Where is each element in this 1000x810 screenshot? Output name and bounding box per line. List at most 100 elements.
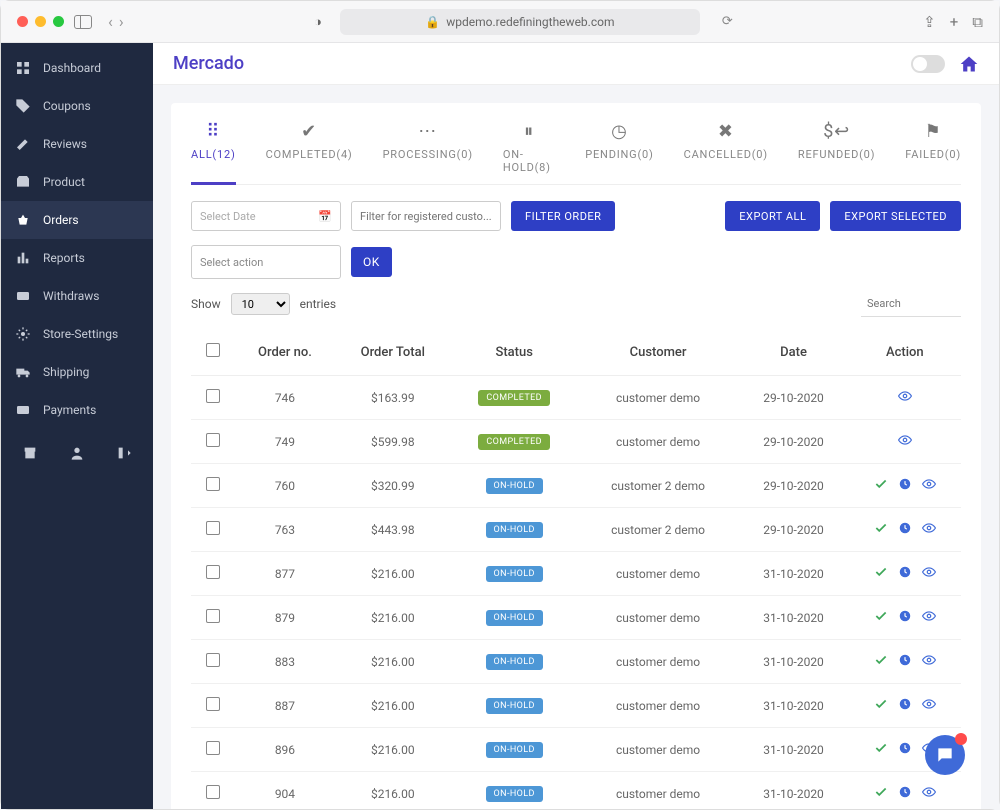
sidebar-item-shipping[interactable]: Shipping: [1, 353, 153, 391]
row-checkbox[interactable]: [206, 389, 220, 403]
chat-widget[interactable]: [925, 735, 965, 775]
tabs-icon[interactable]: ⧉: [972, 13, 983, 31]
cell-date: 31-10-2020: [738, 640, 848, 684]
share-icon[interactable]: ⇪: [923, 13, 936, 31]
status-badge: ON-HOLD: [486, 522, 543, 538]
clock-icon[interactable]: [898, 653, 912, 670]
cell-order-total: $443.98: [335, 508, 451, 552]
th-order-no[interactable]: Order no.: [235, 329, 335, 376]
ok-button[interactable]: OK: [351, 247, 392, 277]
sidebar-item-dashboard[interactable]: Dashboard: [1, 49, 153, 87]
row-checkbox[interactable]: [206, 697, 220, 711]
cell-order-total: $216.00: [335, 684, 451, 728]
approve-icon[interactable]: [874, 521, 888, 538]
orders-table: Order no. Order Total Status Customer Da…: [191, 329, 961, 809]
export-all-button[interactable]: EXPORT ALL: [725, 201, 820, 231]
sidebar-item-withdraws[interactable]: Withdraws: [1, 277, 153, 315]
th-status[interactable]: Status: [451, 329, 578, 376]
sidebar-item-product[interactable]: Product: [1, 163, 153, 201]
maximize-window[interactable]: [53, 16, 64, 27]
view-icon[interactable]: [922, 697, 936, 714]
row-checkbox[interactable]: [206, 433, 220, 447]
clock-icon[interactable]: [898, 697, 912, 714]
sidebar-toggle-icon[interactable]: [74, 15, 92, 29]
view-icon[interactable]: [898, 433, 912, 450]
close-window[interactable]: [17, 16, 28, 27]
row-checkbox[interactable]: [206, 477, 220, 491]
row-checkbox[interactable]: [206, 521, 220, 535]
sidebar-item-reports[interactable]: Reports: [1, 239, 153, 277]
entries-label: entries: [300, 297, 336, 311]
sidebar-item-payments[interactable]: Payments: [1, 391, 153, 429]
sidebar-item-orders[interactable]: Orders: [1, 201, 153, 239]
clock-icon[interactable]: [898, 785, 912, 802]
user-icon[interactable]: [69, 445, 85, 461]
tab-cancelled[interactable]: ✖ CANCELLED(0): [684, 121, 768, 184]
table-search-input[interactable]: [861, 291, 961, 317]
view-icon[interactable]: [922, 653, 936, 670]
tab-on-hold[interactable]: ⏸ ON-HOLD(8): [503, 121, 555, 184]
filter-order-button[interactable]: FILTER ORDER: [511, 201, 615, 231]
cell-date: 31-10-2020: [738, 596, 848, 640]
tab-processing[interactable]: ⋯ PROCESSING(0): [383, 121, 473, 184]
clock-icon[interactable]: [898, 741, 912, 758]
approve-icon[interactable]: [874, 565, 888, 582]
new-tab-icon[interactable]: +: [950, 13, 959, 31]
approve-icon[interactable]: [874, 697, 888, 714]
select-all-checkbox[interactable]: [206, 343, 220, 357]
approve-icon[interactable]: [874, 609, 888, 626]
th-customer[interactable]: Customer: [578, 329, 739, 376]
sidebar-item-reviews[interactable]: Reviews: [1, 125, 153, 163]
view-icon[interactable]: [922, 477, 936, 494]
view-icon[interactable]: [922, 565, 936, 582]
tab-failed[interactable]: ⚑ FAILED(0): [905, 121, 961, 184]
cell-order-total: $216.00: [335, 552, 451, 596]
date-input[interactable]: Select Date 📅: [191, 201, 341, 231]
customer-filter-input[interactable]: [351, 201, 501, 231]
store-icon[interactable]: [22, 445, 38, 461]
approve-icon[interactable]: [874, 785, 888, 802]
home-icon[interactable]: [959, 54, 979, 74]
url-bar[interactable]: 🔒 wpdemo.redefiningtheweb.com: [340, 9, 700, 35]
th-order-total[interactable]: Order Total: [335, 329, 451, 376]
theme-toggle[interactable]: [911, 55, 945, 73]
privacy-shield-icon[interactable]: ◑: [314, 14, 322, 30]
refresh-icon[interactable]: ⟳: [722, 14, 733, 29]
tab-pending[interactable]: ◷ PENDING(0): [585, 121, 653, 184]
tab-completed[interactable]: ✔ COMPLETED(4): [266, 121, 353, 184]
sidebar-item-store-settings[interactable]: Store-Settings: [1, 315, 153, 353]
cell-date: 29-10-2020: [738, 376, 848, 420]
basket-icon: [15, 212, 31, 228]
row-checkbox[interactable]: [206, 653, 220, 667]
sidebar-item-coupons[interactable]: Coupons: [1, 87, 153, 125]
clock-icon[interactable]: [898, 565, 912, 582]
cell-order-total: $216.00: [335, 772, 451, 810]
forward-button[interactable]: ›: [119, 12, 124, 31]
row-checkbox[interactable]: [206, 741, 220, 755]
back-button[interactable]: ‹: [108, 12, 113, 31]
entries-select[interactable]: 10: [231, 293, 290, 315]
tab-refunded[interactable]: $↩ REFUNDED(0): [798, 121, 875, 184]
clock-icon[interactable]: [898, 477, 912, 494]
export-selected-button[interactable]: EXPORT SELECTED: [830, 201, 961, 231]
bulk-action-select[interactable]: Select action: [191, 245, 341, 279]
row-checkbox[interactable]: [206, 565, 220, 579]
url-text: wpdemo.redefiningtheweb.com: [446, 15, 614, 29]
approve-icon[interactable]: [874, 477, 888, 494]
view-icon[interactable]: [922, 785, 936, 802]
approve-icon[interactable]: [874, 653, 888, 670]
clock-icon[interactable]: [898, 521, 912, 538]
tab-all[interactable]: ⠿ ALL(12): [191, 121, 236, 185]
row-checkbox[interactable]: [206, 785, 220, 799]
row-checkbox[interactable]: [206, 609, 220, 623]
view-icon[interactable]: [922, 521, 936, 538]
view-icon[interactable]: [922, 609, 936, 626]
th-date[interactable]: Date: [738, 329, 848, 376]
view-icon[interactable]: [898, 389, 912, 406]
clock-icon[interactable]: [898, 609, 912, 626]
approve-icon[interactable]: [874, 741, 888, 758]
th-action: Action: [849, 329, 961, 376]
logout-icon[interactable]: [116, 445, 132, 461]
minimize-window[interactable]: [35, 16, 46, 27]
main-content: Mercado ⠿ ALL(12) ✔ COMPLETED(4) ⋯ PROCE…: [153, 43, 999, 809]
